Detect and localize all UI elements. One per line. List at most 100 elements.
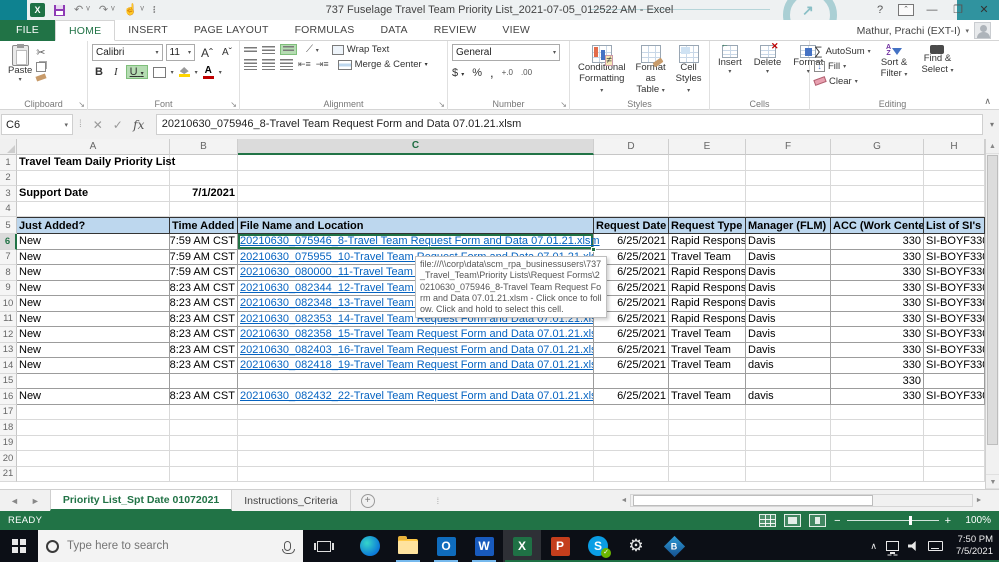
middle-align-icon[interactable] — [262, 45, 275, 54]
cell-F18[interactable] — [746, 420, 831, 436]
cell-D17[interactable] — [594, 404, 669, 420]
delete-cells-button[interactable]: Delete▾ — [750, 41, 785, 98]
cell-E1[interactable] — [669, 155, 746, 171]
cell-G3[interactable] — [831, 186, 924, 202]
fill-handle[interactable] — [591, 246, 596, 252]
cell-B11[interactable]: 08:23 AM CST — [170, 311, 238, 327]
cell-C6[interactable]: 20210630_075946_8-Travel Team Request Fo… — [238, 234, 600, 252]
zoom-slider-thumb[interactable] — [908, 516, 912, 525]
cell-B15[interactable] — [170, 373, 238, 389]
redo-icon[interactable]: ↷ ᵛ — [99, 0, 115, 20]
decrease-indent-icon[interactable]: ⇤≡ — [298, 59, 311, 70]
percent-format-button[interactable]: % — [472, 67, 482, 79]
align-right-icon[interactable] — [280, 59, 293, 70]
column-header-H[interactable]: H — [924, 139, 985, 155]
cell-G16[interactable]: 330 — [831, 389, 924, 405]
tab-view[interactable]: VIEW — [489, 20, 543, 41]
cell-E11[interactable]: Rapid Response — [669, 311, 746, 327]
row-header-17[interactable]: 17 — [0, 404, 17, 420]
file-hyperlink-row-13[interactable]: 20210630_082403_16-Travel Team Request F… — [240, 344, 593, 356]
cell-F21[interactable] — [746, 466, 831, 482]
cell-D19[interactable] — [594, 435, 669, 451]
page-break-view-icon[interactable] — [809, 514, 827, 527]
minimize-button[interactable]: — — [919, 0, 945, 20]
cell-E12[interactable]: Travel Team — [669, 327, 746, 343]
cell-H6[interactable]: SI-BOYF330 — [924, 234, 985, 250]
save-icon[interactable] — [54, 4, 65, 16]
decrease-decimal-icon[interactable]: .00 — [521, 68, 532, 77]
cell-B12[interactable]: 08:23 AM CST — [170, 327, 238, 343]
conditional-formatting-button[interactable]: ConditionalFormatting ▾ — [574, 44, 630, 98]
increase-indent-icon[interactable]: ⇥≡ — [316, 59, 329, 70]
row-header-6[interactable]: 6 — [0, 234, 17, 250]
keyboard-icon[interactable] — [928, 541, 944, 551]
cell-F2[interactable] — [746, 170, 831, 186]
vertical-scrollbar[interactable]: ▲ ▼ — [985, 139, 999, 489]
cell-E18[interactable] — [669, 420, 746, 436]
taskbar-file-explorer[interactable] — [389, 530, 427, 562]
prev-sheet-icon[interactable]: ◄ — [10, 496, 19, 506]
cell-H15[interactable] — [924, 373, 985, 389]
dialog-launcher-icon[interactable]: ↘ — [230, 100, 237, 109]
cell-H13[interactable]: SI-BOYF330 — [924, 342, 985, 358]
cell-D16[interactable]: 6/25/2021 — [594, 389, 669, 405]
cell-C15[interactable] — [238, 373, 594, 389]
row-header-1[interactable]: 1 — [0, 155, 17, 171]
cell-F5[interactable]: Manager (FLM) — [746, 217, 831, 234]
font-color-icon[interactable]: A — [202, 65, 214, 79]
cell-C1[interactable] — [238, 155, 594, 171]
column-header-D[interactable]: D — [594, 139, 669, 155]
cell-F9[interactable]: Davis — [746, 280, 831, 296]
row-header-18[interactable]: 18 — [0, 420, 17, 436]
row-header-3[interactable]: 3 — [0, 186, 17, 202]
tab-insert[interactable]: INSERT — [115, 20, 181, 41]
cell-B10[interactable]: 08:23 AM CST — [170, 296, 238, 312]
cell-G21[interactable] — [831, 466, 924, 482]
cell-G2[interactable] — [831, 170, 924, 186]
cell-D18[interactable] — [594, 420, 669, 436]
top-align-icon[interactable] — [244, 47, 257, 52]
cell-F1[interactable] — [746, 155, 831, 171]
close-button[interactable]: ✕ — [971, 0, 997, 20]
cell-D5[interactable]: Request Date — [594, 217, 669, 234]
row-header-9[interactable]: 9 — [0, 280, 17, 296]
cell-G11[interactable]: 330 — [831, 311, 924, 327]
row-header-10[interactable]: 10 — [0, 296, 17, 312]
file-hyperlink-row-12[interactable]: 20210630_082358_15-Travel Team Request F… — [240, 328, 593, 340]
cell-H16[interactable]: SI-BOYF330 — [924, 389, 985, 405]
row-header-8[interactable]: 8 — [0, 265, 17, 281]
scrollbar-splitter[interactable]: ⁞ — [437, 496, 441, 506]
task-view-button[interactable] — [309, 530, 339, 562]
formula-input[interactable]: 20210630_075946_8-Travel Team Request Fo… — [155, 114, 983, 135]
cell-G18[interactable] — [831, 420, 924, 436]
cell-E15[interactable] — [669, 373, 746, 389]
fill-button[interactable]: ↓ Fill ▾ — [814, 59, 871, 73]
cell-H7[interactable]: SI-BOYF330 — [924, 249, 985, 265]
tab-file[interactable]: FILE — [0, 20, 55, 41]
customize-qat-icon[interactable]: ᎒ — [153, 0, 156, 20]
cell-H4[interactable] — [924, 201, 985, 217]
cell-F16[interactable]: davis — [746, 389, 831, 405]
cell-B6[interactable]: 07:59 AM CST — [170, 234, 238, 250]
autosum-button[interactable]: ∑ AutoSum ▾ — [814, 44, 871, 58]
taskbar-excel[interactable]: X — [503, 530, 541, 562]
help-button[interactable]: ? — [867, 0, 893, 20]
cell-B20[interactable] — [170, 451, 238, 467]
cell-C12[interactable]: 20210630_082358_15-Travel Team Request F… — [238, 327, 594, 343]
cell-G14[interactable]: 330 — [831, 358, 924, 374]
format-as-table-button[interactable]: Format as Table ▾ — [632, 44, 670, 98]
tab-home[interactable]: HOME — [54, 20, 116, 41]
name-box[interactable]: C6 ▾ — [1, 114, 73, 135]
zoom-slider[interactable] — [846, 516, 939, 525]
cell-G15[interactable]: 330 — [831, 373, 924, 389]
cell-A4[interactable] — [17, 201, 170, 217]
cell-F14[interactable]: davis — [746, 358, 831, 374]
tab-page-layout[interactable]: PAGE LAYOUT — [181, 20, 282, 41]
cell-D1[interactable] — [594, 155, 669, 171]
cell-C5[interactable]: File Name and Location — [238, 217, 594, 234]
row-header-21[interactable]: 21 — [0, 466, 17, 482]
column-header-F[interactable]: F — [746, 139, 831, 155]
cell-A8[interactable]: New — [17, 265, 170, 281]
cell-styles-button[interactable]: Cell Styles ▾ — [672, 44, 706, 98]
clear-button[interactable]: Clear ▾ — [813, 74, 871, 88]
